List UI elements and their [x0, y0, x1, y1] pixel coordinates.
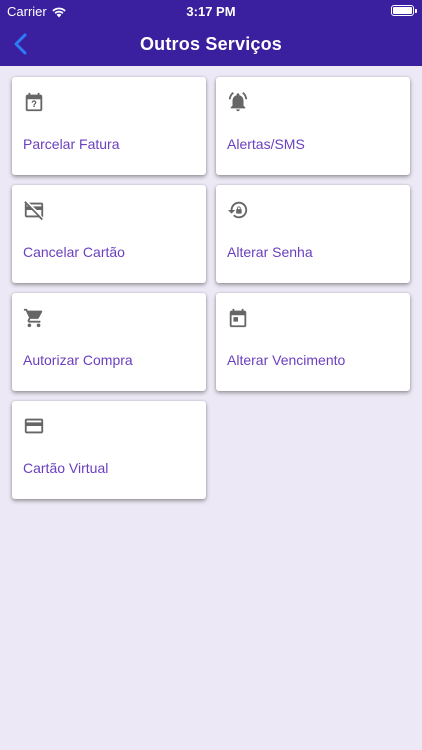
services-grid: Parcelar Fatura Alertas/SMS Cancelar Car… — [12, 77, 410, 499]
calendar-icon — [229, 308, 247, 328]
bell-ringing-icon — [228, 92, 248, 112]
service-label: Alterar Vencimento — [227, 352, 346, 368]
status-time: 3:17 PM — [186, 4, 236, 19]
service-card-alterar-senha[interactable]: Alterar Senha — [216, 185, 410, 283]
navigation-bar: Outros Serviços — [0, 22, 422, 66]
service-label: Alterar Senha — [227, 244, 313, 260]
service-label: Cartão Virtual — [23, 460, 109, 476]
service-card-autorizar-compra[interactable]: Autorizar Compra — [12, 293, 206, 391]
status-bar: Carrier 3:17 PM — [0, 0, 422, 22]
service-card-cancelar-cartao[interactable]: Cancelar Cartão — [12, 185, 206, 283]
service-label: Autorizar Compra — [23, 352, 133, 368]
lock-reset-icon — [227, 201, 248, 219]
service-label: Cancelar Cartão — [23, 244, 125, 260]
page-title: Outros Serviços — [139, 34, 283, 54]
service-label: Parcelar Fatura — [23, 136, 120, 152]
service-label: Alertas/SMS — [227, 136, 305, 152]
calendar-question-icon — [25, 92, 43, 112]
service-card-alertas-sms[interactable]: Alertas/SMS — [216, 77, 410, 175]
cart-icon — [23, 308, 43, 328]
battery-icon — [391, 5, 417, 16]
credit-card-icon — [24, 418, 44, 434]
service-card-parcelar-fatura[interactable]: Parcelar Fatura — [12, 77, 206, 175]
card-off-icon — [24, 201, 44, 221]
service-card-cartao-virtual[interactable]: Cartão Virtual — [12, 401, 206, 499]
service-card-alterar-vencimento[interactable]: Alterar Vencimento — [216, 293, 410, 391]
